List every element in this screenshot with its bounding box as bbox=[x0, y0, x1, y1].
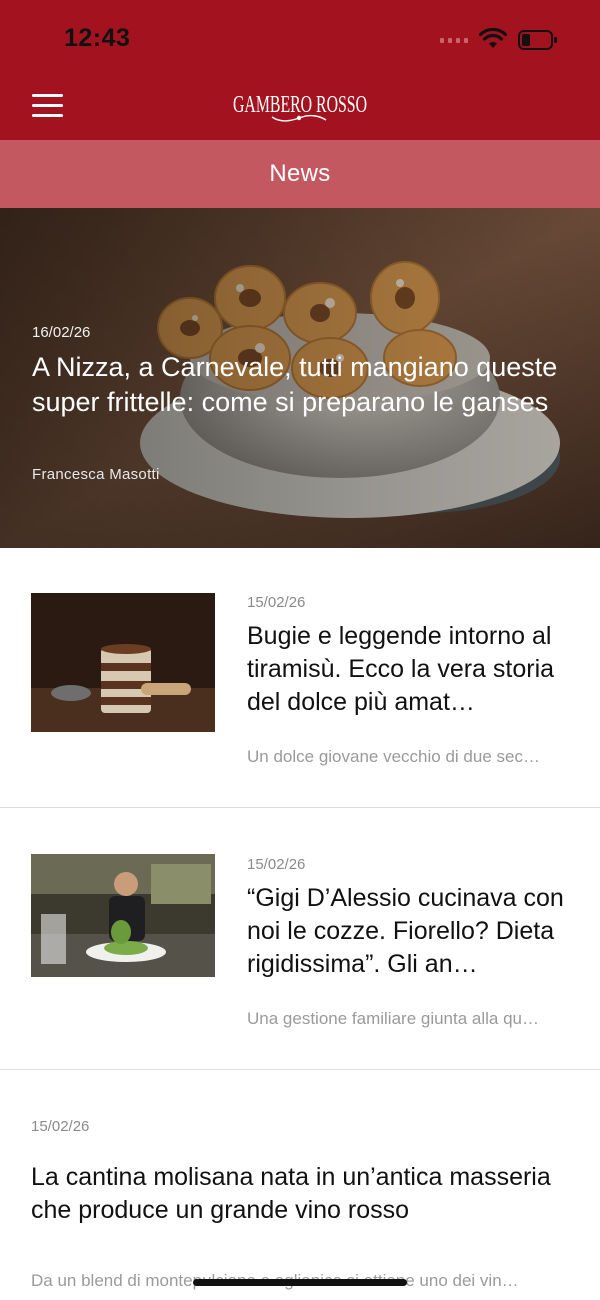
gambero-rosso-logo: GAMBERO ROSSO bbox=[233, 92, 367, 122]
status-time: 12:43 bbox=[64, 24, 131, 52]
article-date: 15/02/26 bbox=[247, 594, 306, 611]
home-indicator[interactable] bbox=[193, 1279, 407, 1286]
section-header: News bbox=[0, 140, 600, 208]
hero-author: Francesca Masotti bbox=[32, 466, 160, 483]
article-excerpt: Una gestione familiare giunta alla qu… bbox=[247, 1009, 540, 1028]
article-excerpt: Un dolce giovane vecchio di due sec… bbox=[247, 747, 540, 766]
hero-date: 16/02/26 bbox=[32, 324, 91, 341]
list-item[interactable]: 15/02/26 La cantina molisana nata in un’… bbox=[0, 1070, 600, 1300]
article-title[interactable]: Bugie e leggende intorno al tiramisù. Ec… bbox=[247, 620, 577, 719]
list-item[interactable]: 15/02/26 “Gigi D’Alessio cucinava con no… bbox=[0, 808, 600, 1070]
app-header: 12:43 GAMBERO ROSSO bbox=[0, 0, 600, 140]
wifi-icon bbox=[479, 28, 507, 48]
article-thumbnail-tiramisu bbox=[31, 593, 215, 732]
article-title[interactable]: La cantina molisana nata in un’antica ma… bbox=[31, 1161, 591, 1227]
hero-article[interactable]: 16/02/26 A Nizza, a Carnevale, tutti man… bbox=[0, 208, 600, 548]
article-date: 15/02/26 bbox=[247, 856, 306, 873]
svg-text:GAMBERO ROSSO: GAMBERO ROSSO bbox=[233, 92, 367, 118]
battery-icon bbox=[518, 30, 557, 50]
article-thumbnail-chef bbox=[31, 854, 215, 977]
section-title: News bbox=[269, 160, 331, 187]
cellular-signal-icon bbox=[440, 38, 468, 43]
article-title[interactable]: “Gigi D’Alessio cucinava con noi le cozz… bbox=[247, 882, 577, 981]
article-date: 15/02/26 bbox=[31, 1118, 90, 1135]
hero-title[interactable]: A Nizza, a Carnevale, tutti mangiano que… bbox=[32, 350, 580, 420]
hamburger-menu-button[interactable] bbox=[32, 94, 64, 118]
list-item[interactable]: 15/02/26 Bugie e leggende intorno al tir… bbox=[0, 548, 600, 808]
